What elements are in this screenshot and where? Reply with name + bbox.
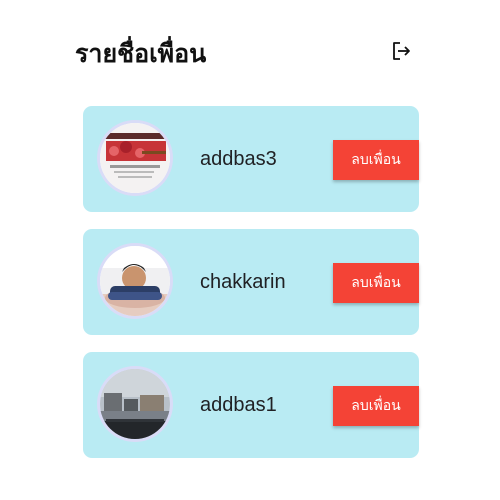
page-title: รายชื่อเพื่อน [75, 39, 207, 68]
person-photo [100, 246, 170, 316]
friend-list: addbas3 ลบเพื่อน chakkarin ลบเพื่อน addb… [83, 106, 419, 475]
friend-card: addbas3 ลบเพื่อน [83, 106, 419, 212]
friend-name: addbas3 [200, 148, 277, 170]
logout-icon[interactable] [389, 39, 413, 63]
app-header: รายชื่อเพื่อน [0, 0, 500, 100]
avatar [97, 243, 173, 319]
event-banner-photo [100, 123, 170, 193]
friend-name: chakkarin [200, 271, 286, 293]
friend-name: addbas1 [200, 394, 277, 416]
avatar [97, 120, 173, 196]
remove-friend-button[interactable]: ลบเพื่อน [333, 386, 419, 426]
friend-card: chakkarin ลบเพื่อน [83, 229, 419, 335]
avatar [97, 366, 173, 442]
remove-friend-button[interactable]: ลบเพื่อน [333, 263, 419, 303]
street-view-photo [100, 369, 170, 439]
friend-card: addbas1 ลบเพื่อน [83, 352, 419, 458]
remove-friend-button[interactable]: ลบเพื่อน [333, 140, 419, 180]
